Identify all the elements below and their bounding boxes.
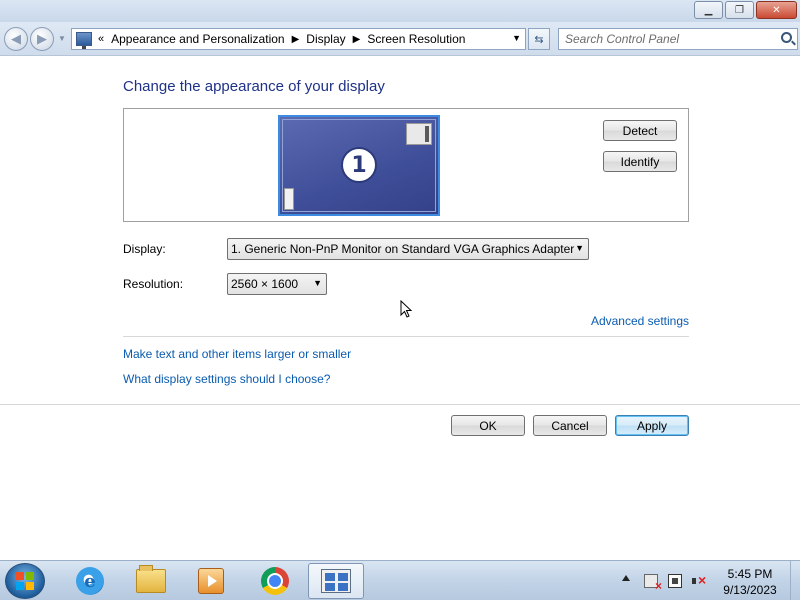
minimize-icon: ▁ [704,4,713,16]
close-icon: ✕ [772,4,781,16]
identify-button[interactable]: Identify [603,151,677,172]
clock-time: 5:45 PM [727,567,773,581]
back-button[interactable]: ◀ [4,27,28,51]
breadcrumb-appearance[interactable]: Appearance and Personalization [111,32,284,46]
chrome-icon [261,567,289,595]
address-dropdown-icon[interactable]: ▼ [512,33,521,43]
search-box[interactable] [558,28,798,50]
maximize-icon: ❐ [735,4,744,16]
recent-pages-dropdown-icon[interactable]: ▼ [58,34,66,43]
back-arrow-icon: ◀ [11,31,21,46]
folder-icon [136,565,166,593]
page-title: Change the appearance of your display [123,78,385,95]
search-icon[interactable] [781,32,792,43]
refresh-icon: ⇆ [534,33,544,46]
advanced-settings-link[interactable]: Advanced settings [591,314,689,328]
clock-date: 9/13/2023 [723,583,777,597]
show-desktop-button[interactable] [790,561,800,600]
cancel-button[interactable]: Cancel [533,415,607,436]
breadcrumb-separator-icon[interactable]: ▶ [353,34,361,45]
refresh-button[interactable]: ⇆ [528,28,550,50]
taskbar-chrome[interactable] [247,563,303,599]
mouse-cursor-icon [400,300,412,318]
monitor-1-thumbnail[interactable]: 1 [278,115,440,216]
display-select[interactable]: 1. Generic Non-PnP Monitor on Standard V… [227,238,589,260]
title-bar: ▁ ❐ ✕ [0,0,800,22]
breadcrumb-display[interactable]: Display [306,32,345,46]
action-center-icon[interactable] [644,574,662,593]
taskbar-media-player[interactable] [183,563,239,599]
breadcrumb-overflow[interactable]: « [98,33,104,45]
windows-logo-icon [16,572,34,590]
divider [0,404,800,405]
search-input[interactable] [559,29,769,49]
resolution-select-value: 2560 × 1600 [231,277,299,291]
breadcrumb-separator-icon[interactable]: ▶ [292,34,300,45]
larger-text-link[interactable]: Make text and other items larger or smal… [123,347,351,361]
monitor-preview-panel: 1 Detect Identify [123,108,689,222]
taskbar-internet-explorer[interactable]: e [62,563,118,599]
minimize-button[interactable]: ▁ [694,1,723,19]
resolution-label: Resolution: [123,277,184,291]
forward-button[interactable]: ▶ [30,27,54,51]
forward-arrow-icon: ▶ [37,31,47,46]
display-select-value: 1. Generic Non-PnP Monitor on Standard V… [231,242,575,256]
taskbar-display-control-panel[interactable] [308,563,364,599]
start-button[interactable] [5,563,45,599]
chevron-down-icon: ▼ [575,243,584,253]
display-label: Display: [123,242,166,256]
resolution-select[interactable]: 2560 × 1600 ▼ [227,273,327,295]
maximize-button[interactable]: ❐ [725,1,754,19]
window-controls: ▁ ❐ ✕ [694,1,797,19]
gadget-thumbnail-icon [284,188,294,210]
display-settings-help-link[interactable]: What display settings should I choose? [123,372,330,386]
media-player-icon [198,568,224,594]
network-icon[interactable] [668,574,682,588]
volume-muted-icon[interactable] [692,572,706,588]
divider [123,336,689,337]
window-thumbnail-icon [406,123,432,145]
monitor-number-badge: 1 [341,147,377,183]
chevron-down-icon: ▼ [313,278,322,288]
show-hidden-icons-icon[interactable] [622,575,630,581]
ok-button[interactable]: OK [451,415,525,436]
control-panel-icon [76,32,92,49]
system-clock[interactable]: 5:45 PM 9/13/2023 [715,566,785,598]
display-control-panel-icon [321,569,351,593]
address-bar[interactable]: « Appearance and Personalization ▶ Displ… [71,28,526,50]
navigation-bar: ◀ ▶ ▼ « Appearance and Personalization ▶… [0,22,800,56]
taskbar-windows-explorer[interactable] [123,563,179,599]
close-button[interactable]: ✕ [756,1,797,19]
internet-explorer-icon: e [76,567,104,595]
apply-button[interactable]: Apply [615,415,689,436]
taskbar: e 5:45 PM 9/13/2023 [0,560,800,600]
breadcrumb-screen-resolution[interactable]: Screen Resolution [367,32,465,46]
detect-button[interactable]: Detect [603,120,677,141]
